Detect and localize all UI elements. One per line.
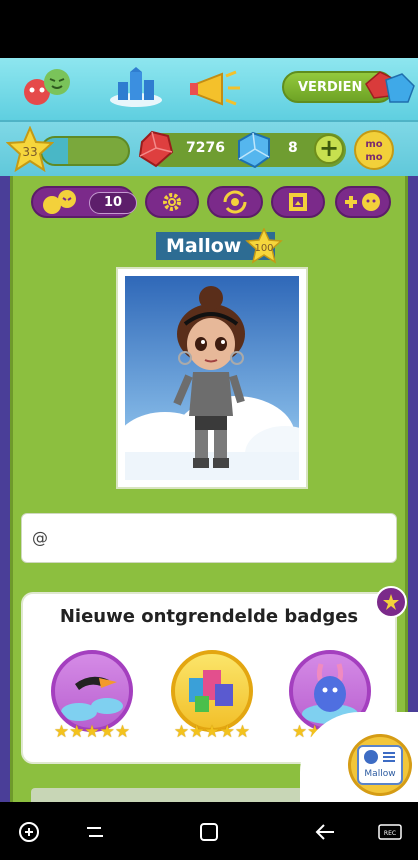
momo-button[interactable]: mo mo — [354, 130, 394, 170]
gear-icon — [163, 193, 181, 211]
badges-title: Nieuwe ontgrendelde badges — [59, 606, 359, 627]
back-icon[interactable] — [310, 822, 340, 842]
diamond-icon — [233, 129, 275, 171]
album-icon: Mallow — [357, 745, 403, 785]
screen-record-icon[interactable]: REC — [376, 822, 406, 842]
game-tools-icon[interactable] — [14, 822, 44, 842]
system-nav-bar: REC — [0, 802, 418, 860]
add-friend-icon — [345, 193, 380, 211]
ruby-count: 7276 — [186, 140, 225, 156]
spiral-icon: @ — [32, 528, 48, 547]
top-bar: VERDIEN — [0, 58, 418, 120]
frame-button[interactable] — [271, 186, 325, 218]
friends-icon — [43, 190, 76, 214]
status-bar — [0, 0, 418, 58]
change-outfit-icon — [223, 190, 247, 214]
level-star-icon: 33 — [5, 125, 55, 173]
home-icon[interactable] — [194, 822, 224, 842]
level-badge-number: 100 — [254, 243, 273, 254]
recent-apps-icon[interactable] — [80, 822, 110, 842]
change-outfit-button[interactable] — [207, 186, 263, 218]
badges-star-button[interactable] — [375, 586, 407, 618]
add-friend-button[interactable] — [335, 186, 391, 218]
friends-button[interactable]: 10 — [31, 186, 137, 218]
settings-button[interactable] — [145, 186, 199, 218]
resource-bar: 33 7276 8 + mo mo — [0, 120, 418, 176]
city-icon[interactable] — [106, 66, 166, 108]
diamond-count: 8 — [288, 140, 298, 156]
gems-icon — [362, 66, 418, 110]
svg-text:REC: REC — [384, 830, 396, 837]
album-button[interactable]: Mallow — [348, 734, 412, 796]
toucan-badge-stars: ★★★★★ — [53, 722, 131, 742]
level-badge-icon: 100 — [245, 227, 283, 264]
toucan-badge[interactable]: ★★★★★ — [47, 650, 137, 742]
star-icon — [383, 594, 399, 610]
status-message-field[interactable]: @ — [21, 513, 397, 563]
shopping-badge[interactable]: ★★★★★ — [167, 650, 257, 742]
next-card-preview — [31, 788, 331, 802]
shopping-badge-stars: ★★★★★ — [173, 722, 251, 742]
megaphone-icon[interactable] — [182, 66, 242, 108]
ruby-icon — [134, 128, 176, 170]
avatar — [125, 276, 299, 480]
add-currency-button[interactable]: + — [314, 134, 344, 164]
friends-count: 10 — [89, 192, 137, 214]
main-area: 10 Mallow 100 @ Nieuwe ontgrendelde badg… — [0, 176, 418, 802]
profile-panel: 10 Mallow 100 @ Nieuwe ontgrendelde badg… — [10, 176, 408, 802]
level-number: 33 — [22, 145, 37, 159]
avatar-photo-frame[interactable] — [116, 267, 308, 489]
album-label: Mallow — [364, 769, 396, 779]
friends-icon[interactable] — [18, 66, 78, 108]
frame-icon — [289, 193, 307, 211]
earn-label: VERDIEN — [298, 79, 363, 95]
